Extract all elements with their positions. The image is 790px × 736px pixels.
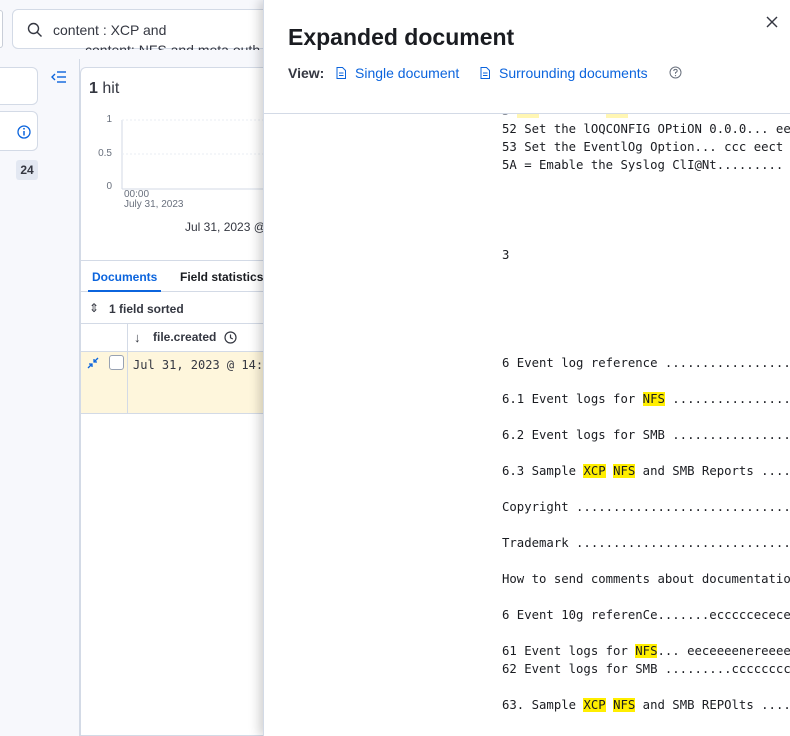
search-highlight: XCP [583, 698, 606, 712]
flyout-title: Expanded document [288, 24, 515, 50]
tab-documents[interactable]: Documents [87, 270, 162, 292]
surrounding-documents-link[interactable]: Surrounding documents [499, 65, 648, 81]
search-highlight: NFS [642, 392, 665, 406]
content-line: 61 Event logs for NFS... eeceeeenereeeen [502, 644, 790, 658]
tab-field-statistics[interactable]: Field statistics [180, 270, 263, 284]
flyout-header: Expanded document View: Single document … [264, 0, 790, 114]
search-highlight: NFS [613, 698, 636, 712]
collapse-row-icon[interactable] [87, 357, 99, 372]
content-line: 6 Event log reference ..................… [502, 356, 790, 370]
field-search-input[interactable] [0, 67, 38, 105]
content-line: 62 Event logs for SMB .........ccccccccc [502, 662, 790, 676]
collapse-sidebar-icon[interactable] [50, 69, 68, 87]
question-icon[interactable] [669, 66, 682, 79]
control-column-header [81, 324, 128, 352]
close-icon[interactable] [764, 14, 780, 30]
content-line: Trademark ..............................… [502, 536, 790, 550]
content-line: How to send comments about documentation [502, 572, 790, 586]
info-icon [17, 125, 31, 139]
clock-icon [224, 331, 237, 344]
table-row[interactable]: Jul 31, 2023 @ 14: [81, 352, 281, 414]
time-range-label: Jul 31, 2023 @ [185, 220, 266, 234]
row-checkbox[interactable] [109, 355, 124, 370]
sort-icon[interactable]: ⇕ [89, 301, 99, 315]
field-count-badge: 24 [16, 160, 38, 180]
x-tick-date: July 31, 2023 [124, 199, 184, 210]
y-tick-label: 0.5 [98, 148, 112, 159]
content-line: 6.3 Sample XCP NFS and SMB Reports .....… [502, 464, 790, 478]
search-query-line1[interactable]: content : XCP and [53, 22, 166, 38]
y-tick-label: 1 [106, 114, 112, 125]
content-line: 53 Set the EventlOg Option... ccc eect e [502, 140, 790, 154]
content-line: Copyright ..............................… [502, 500, 790, 514]
content-line: 5A = Emable the Syslog ClI@Nt......... i [502, 158, 790, 172]
single-document-link[interactable]: Single document [355, 65, 459, 81]
document-icon [336, 67, 346, 79]
document-content: 5 52 Set the lOQCONFIG OPtiON 0.0.0... e… [502, 114, 790, 736]
cell-file-created: Jul 31, 2023 @ 14: [133, 358, 264, 372]
y-tick-label: 0 [106, 181, 112, 192]
query-menu-button[interactable] [0, 10, 3, 48]
content-line: 6.2 Event logs for SMB .................… [502, 428, 790, 442]
expanded-document-flyout: Expanded document View: Single document … [263, 0, 790, 736]
search-query-line2[interactable]: content: NFS and meta outh [85, 42, 260, 50]
content-line: 52 Set the lOQCONFIG OPtiON 0.0.0... eee [502, 122, 790, 136]
search-icon [27, 22, 42, 37]
content-line: 6 Event 10g referenCe.......ecccccececee… [502, 608, 790, 622]
sort-toolbar: ⇕ 1 field sorted [81, 292, 281, 324]
content-line: 6.1 Event logs for NFS ................. [502, 392, 790, 406]
discover-main-panel: 1 hit 1 0.5 0 00:00 July 31, 2023 Jul 31… [80, 67, 281, 736]
sort-descending-icon[interactable]: ↓ [134, 330, 141, 345]
content-line: 63. Sample XCP NFS and SMB REPOlts ..... [502, 698, 790, 712]
content-line-clipped: 5 [502, 114, 628, 118]
view-tabs: Documents Field statistics [81, 260, 281, 292]
search-highlight: XCP [583, 464, 606, 478]
hits-counter: 1 hit [89, 80, 120, 97]
document-icon [480, 67, 490, 79]
field-sidebar: 24 [0, 59, 80, 736]
column-header-file-created[interactable]: file.created [153, 330, 216, 344]
content-line: 3 [502, 248, 510, 262]
search-highlight: NFS [635, 644, 658, 658]
table-header: ↓ file.created [81, 324, 281, 352]
view-label: View: [288, 65, 325, 81]
search-highlight: NFS [613, 464, 636, 478]
sort-button-label[interactable]: 1 field sorted [109, 302, 184, 316]
